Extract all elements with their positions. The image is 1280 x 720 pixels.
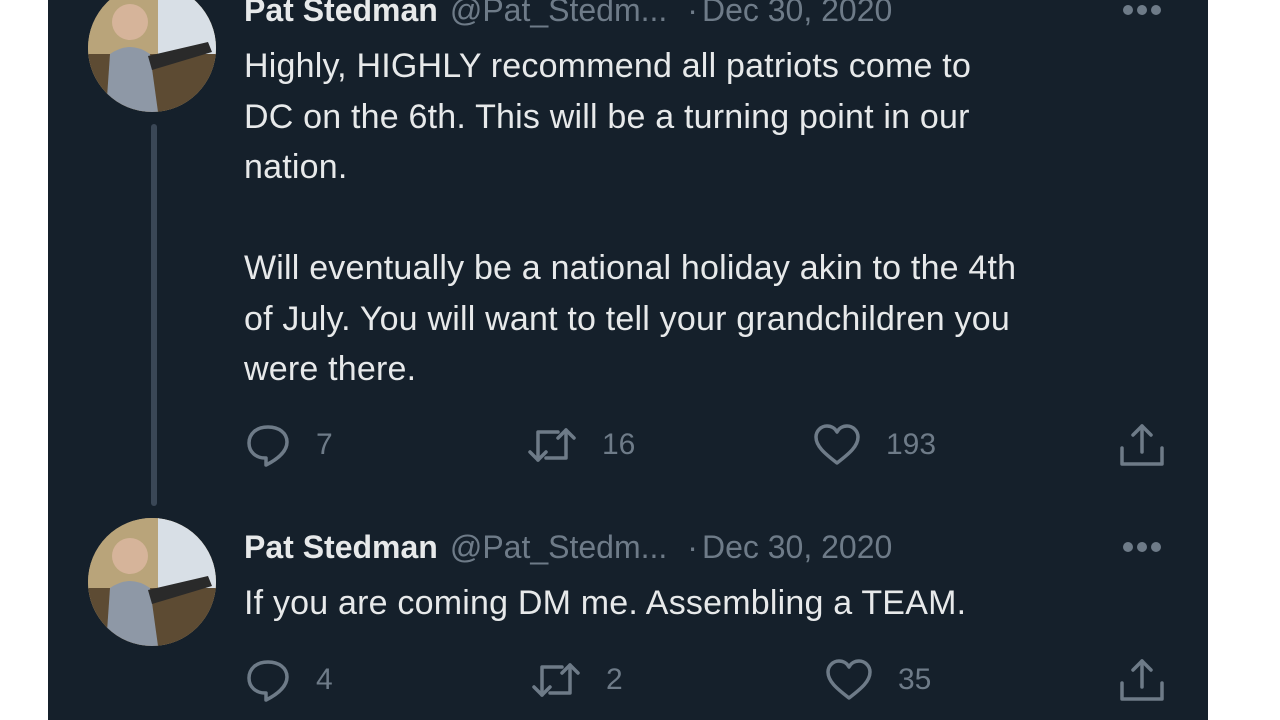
tweet[interactable]: Pat Stedman @Pat_Stedm... · Dec 30, 2020 If… bbox=[48, 510, 1208, 720]
share-button[interactable] bbox=[1116, 420, 1168, 470]
author-handle[interactable]: @Pat_Stedm... bbox=[450, 0, 667, 28]
header-separator: · bbox=[687, 0, 698, 28]
like-button[interactable]: 193 bbox=[812, 420, 936, 470]
retweet-button[interactable]: 2 bbox=[530, 655, 623, 705]
like-count: 35 bbox=[898, 663, 932, 696]
avatar-photo bbox=[88, 518, 216, 646]
share-icon bbox=[1120, 424, 1164, 466]
avatar-photo bbox=[88, 0, 216, 112]
reply-count: 7 bbox=[316, 428, 333, 461]
tweet-text: Highly, HIGHLY recommend all patriots co… bbox=[244, 47, 1017, 388]
like-count: 193 bbox=[886, 428, 937, 461]
reply-count: 4 bbox=[316, 663, 333, 696]
header-separator: · bbox=[687, 529, 698, 565]
heart-icon bbox=[826, 659, 872, 700]
retweet-button[interactable]: 16 bbox=[526, 420, 635, 470]
like-button[interactable]: 35 bbox=[824, 655, 931, 705]
author-name[interactable]: Pat Stedman bbox=[244, 529, 438, 565]
author-handle[interactable]: @Pat_Stedm... bbox=[450, 529, 667, 565]
reply-button[interactable]: 7 bbox=[244, 420, 333, 470]
avatar[interactable] bbox=[88, 518, 216, 646]
tweet-text: If you are coming DM me. Assembling a TE… bbox=[244, 584, 967, 622]
share-button[interactable] bbox=[1116, 655, 1168, 705]
more-icon[interactable] bbox=[1116, 0, 1168, 20]
tweet-actions: 4 2 35 bbox=[244, 655, 1174, 705]
tweet[interactable]: Pat Stedman @Pat_Stedm... · Dec 30, 2020 Hi… bbox=[48, 0, 1208, 510]
tweet-date[interactable]: Dec 30, 2020 bbox=[702, 0, 892, 28]
retweet-count: 2 bbox=[606, 663, 623, 696]
tweet-header: Pat Stedman @Pat_Stedm... · Dec 30, 2020 bbox=[244, 527, 892, 567]
tweet-header: Pat Stedman @Pat_Stedm... · Dec 30, 2020 bbox=[244, 0, 892, 30]
retweet-count: 16 bbox=[602, 428, 636, 461]
retweet-icon bbox=[528, 428, 576, 462]
tweet-actions: 7 16 193 bbox=[244, 420, 1174, 470]
reply-button[interactable]: 4 bbox=[244, 655, 333, 705]
reply-icon bbox=[247, 425, 289, 467]
author-name[interactable]: Pat Stedman bbox=[244, 0, 438, 28]
retweet-icon bbox=[532, 663, 580, 697]
reply-icon bbox=[247, 660, 289, 702]
avatar[interactable] bbox=[88, 0, 216, 112]
thread-connector-line bbox=[151, 124, 157, 506]
more-icon[interactable] bbox=[1116, 537, 1168, 557]
heart-icon bbox=[814, 424, 860, 465]
tweet-thread-panel: Pat Stedman @Pat_Stedm... · Dec 30, 2020 Hi… bbox=[48, 0, 1208, 720]
tweet-date[interactable]: Dec 30, 2020 bbox=[702, 529, 892, 565]
share-icon bbox=[1120, 659, 1164, 701]
